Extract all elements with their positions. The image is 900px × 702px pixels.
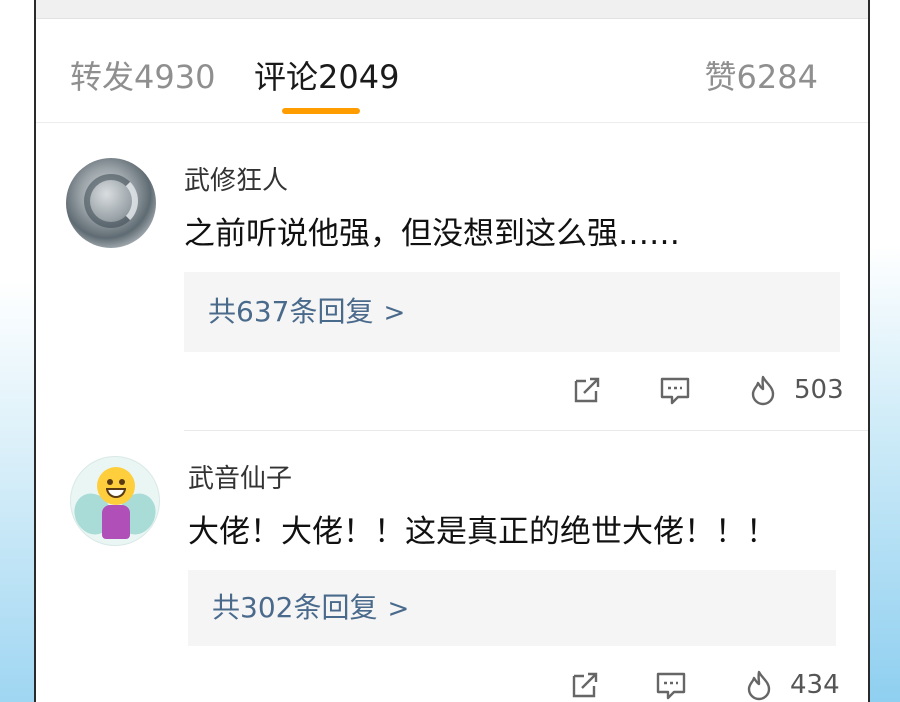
chevron-right-icon: > xyxy=(383,298,406,328)
share-icon[interactable] xyxy=(570,373,604,407)
like-count: 503 xyxy=(794,375,844,405)
comment-text: 大佬！大佬！！这是真正的绝世大佬！！！ xyxy=(188,514,777,550)
avatar[interactable] xyxy=(70,456,160,546)
background-left xyxy=(0,0,34,702)
tab-like[interactable]: 赞6284 xyxy=(705,52,818,98)
tab-repost[interactable]: 转发4930 xyxy=(70,52,215,98)
silver-dragon-icon xyxy=(84,174,138,228)
like-flame-icon[interactable] xyxy=(742,668,776,702)
comment-icon[interactable] xyxy=(658,373,692,407)
replies-label: 共302条回复 xyxy=(212,591,378,624)
comment-actions: 434 xyxy=(568,668,858,702)
smiling-face-icon xyxy=(97,467,135,505)
comment-divider xyxy=(184,430,868,431)
chevron-right-icon: > xyxy=(387,594,410,624)
like-flame-icon[interactable] xyxy=(746,373,780,407)
comments-panel: 转发4930 评论2049 赞6284 武修狂人 之前听说他强，但没想到这么强…… xyxy=(34,0,870,702)
active-tab-indicator xyxy=(282,108,360,114)
tab-comment[interactable]: 评论2049 xyxy=(254,52,399,98)
top-strip xyxy=(36,0,868,19)
replies-link[interactable]: 共302条回复 > xyxy=(188,570,836,646)
comment-username[interactable]: 武音仙子 xyxy=(188,458,292,495)
share-icon[interactable] xyxy=(568,668,602,702)
replies-link[interactable]: 共637条回复 > xyxy=(184,272,840,352)
like-count: 434 xyxy=(790,670,840,700)
comment-actions: 503 xyxy=(570,373,860,413)
background-right xyxy=(866,0,900,702)
comment-icon[interactable] xyxy=(654,668,688,702)
fairy-body-icon xyxy=(102,505,130,539)
replies-label: 共637条回复 xyxy=(208,295,374,328)
comment-text: 之前听说他强，但没想到这么强…… xyxy=(184,216,680,252)
comment-username[interactable]: 武修狂人 xyxy=(184,160,288,197)
tab-bar: 转发4930 评论2049 赞6284 xyxy=(36,18,868,123)
avatar[interactable] xyxy=(66,158,156,248)
